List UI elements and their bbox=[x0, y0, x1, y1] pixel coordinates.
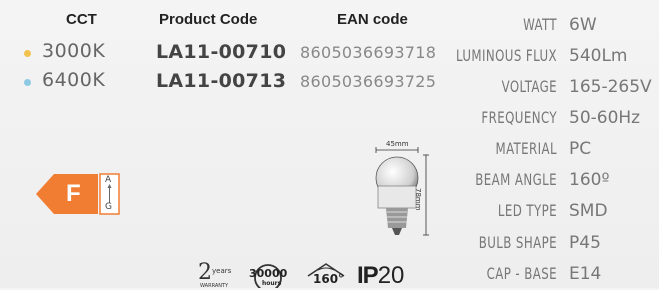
beam-angle-value: 160° bbox=[313, 272, 345, 286]
spec-value-material: PC bbox=[569, 139, 592, 159]
warranty-label: WARRANTY bbox=[200, 283, 229, 289]
color-dot-cool bbox=[24, 79, 31, 86]
hours-value: 30000 bbox=[249, 267, 288, 280]
header-cct: CCT bbox=[66, 11, 97, 28]
product-code: LA11-00710 bbox=[156, 41, 287, 63]
spec-label-beam-angle: BEAM ANGLE bbox=[475, 170, 557, 189]
warranty-badge: 2 years WARRANTY bbox=[198, 260, 240, 289]
spec-label-cap-base: CAP - BASE bbox=[486, 264, 557, 283]
energy-scale-top: A bbox=[105, 175, 112, 185]
spec-label-led-type: LED TYPE bbox=[497, 201, 557, 220]
header-product-code: Product Code bbox=[159, 11, 258, 28]
spec-value-voltage: 165-265V bbox=[569, 77, 652, 97]
dimension-height: 78mm bbox=[414, 188, 422, 211]
bulb-diagram: 45mm 78mm bbox=[364, 140, 444, 250]
cct-value: 6400K bbox=[42, 69, 106, 91]
energy-label: F A G bbox=[36, 172, 120, 216]
spec-label-voltage: VOLTAGE bbox=[501, 77, 557, 96]
ip-prefix: IP bbox=[357, 262, 379, 289]
spec-label-bulb-shape: BULB SHAPE bbox=[478, 233, 557, 252]
ean-code: 8605036693725 bbox=[300, 72, 437, 91]
bulb-icon bbox=[375, 147, 429, 236]
header-ean: EAN code bbox=[337, 11, 408, 28]
beam-angle-badge: 160° bbox=[304, 262, 350, 288]
spec-value-watt: 6W bbox=[569, 15, 597, 35]
hours-unit: hours bbox=[262, 280, 282, 287]
energy-class: F bbox=[66, 180, 81, 207]
product-code: LA11-00713 bbox=[156, 70, 287, 92]
spec-value-frequency: 50-60Hz bbox=[569, 108, 641, 128]
cct-value: 3000K bbox=[42, 40, 106, 62]
spec-label-material: MATERIAL bbox=[495, 139, 557, 158]
warranty-unit: years bbox=[212, 267, 232, 275]
spec-label-watt: WATT bbox=[523, 15, 557, 34]
spec-value-cap-base: E14 bbox=[569, 264, 602, 284]
spec-value-bulb-shape: P45 bbox=[569, 233, 601, 253]
ean-code: 8605036693718 bbox=[300, 43, 437, 62]
spec-value-led-type: SMD bbox=[569, 201, 608, 221]
spec-value-flux: 540Lm bbox=[569, 46, 628, 66]
spec-value-beam-angle: 160º bbox=[569, 170, 610, 190]
dimension-width: 45mm bbox=[386, 140, 409, 148]
spec-label-frequency: FREQUENCY bbox=[481, 108, 557, 127]
spec-label-flux: LUMINOUS FLUX bbox=[455, 46, 557, 65]
ip-rating-badge: IP20 bbox=[357, 262, 421, 289]
color-dot-warm bbox=[24, 50, 31, 57]
energy-scale-bottom: G bbox=[105, 202, 112, 212]
ip-value: 20 bbox=[377, 262, 405, 289]
hours-badge: 30000 hours bbox=[246, 262, 292, 288]
warranty-number: 2 bbox=[198, 260, 212, 285]
